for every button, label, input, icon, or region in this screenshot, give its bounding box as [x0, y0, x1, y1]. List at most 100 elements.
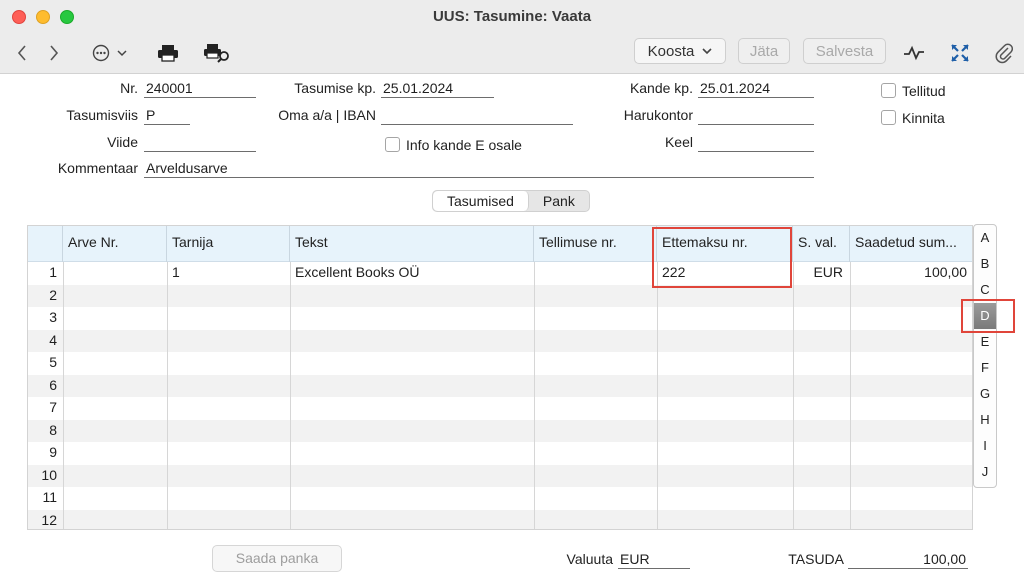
- tellimuse-nr-cell[interactable]: [534, 510, 657, 530]
- tellimuse-nr-cell[interactable]: [534, 465, 657, 488]
- harukontor-field[interactable]: [698, 107, 814, 125]
- saadetud-summa-cell[interactable]: [850, 397, 972, 420]
- tekst-cell[interactable]: [290, 487, 534, 510]
- ettemaksu-nr-cell[interactable]: [657, 330, 793, 353]
- table-row[interactable]: 1 1 Excellent Books OÜ 222 EUR 100,00: [28, 262, 972, 285]
- tarnija-cell[interactable]: 1: [167, 262, 290, 285]
- ettemaksu-nr-cell[interactable]: [657, 442, 793, 465]
- letter-tab-h[interactable]: H: [974, 407, 996, 433]
- viide-field[interactable]: [144, 134, 256, 152]
- tellimuse-nr-cell[interactable]: [534, 307, 657, 330]
- column-header-tellimuse-nr[interactable]: Tellimuse nr.: [534, 226, 657, 262]
- tekst-cell[interactable]: [290, 285, 534, 308]
- tab-tasumised[interactable]: Tasumised: [433, 191, 529, 211]
- koosta-menu-button[interactable]: Koosta: [634, 38, 726, 64]
- kommentaar-field[interactable]: Arveldusarve: [144, 160, 814, 178]
- print-preview-icon[interactable]: [202, 40, 232, 66]
- letter-tab-g[interactable]: G: [974, 381, 996, 407]
- saadetud-summa-cell[interactable]: [850, 352, 972, 375]
- s-val-cell[interactable]: [793, 510, 850, 530]
- salvesta-button[interactable]: Salvesta: [803, 38, 886, 64]
- tarnija-cell[interactable]: [167, 307, 290, 330]
- kande-kp-field[interactable]: 25.01.2024: [698, 80, 814, 98]
- oma-iban-field[interactable]: [381, 107, 573, 125]
- s-val-cell[interactable]: [793, 307, 850, 330]
- print-icon[interactable]: [155, 40, 181, 66]
- tasumisviis-field[interactable]: P: [144, 107, 190, 125]
- valuuta-field[interactable]: EUR: [618, 551, 690, 569]
- keel-field[interactable]: [698, 134, 814, 152]
- tarnija-cell[interactable]: [167, 397, 290, 420]
- table-row[interactable]: 10: [28, 464, 972, 488]
- tekst-cell[interactable]: [290, 375, 534, 398]
- ettemaksu-nr-cell[interactable]: [657, 487, 793, 510]
- table-row[interactable]: 9: [28, 442, 972, 465]
- s-val-cell[interactable]: [793, 352, 850, 375]
- letter-tab-i[interactable]: I: [974, 433, 996, 459]
- arve-nr-cell[interactable]: [63, 330, 167, 353]
- letter-tab-f[interactable]: F: [974, 355, 996, 381]
- tekst-cell[interactable]: [290, 465, 534, 488]
- saadetud-summa-cell[interactable]: [850, 330, 972, 353]
- saadetud-summa-cell[interactable]: [850, 285, 972, 308]
- saadetud-summa-cell[interactable]: [850, 375, 972, 398]
- tasumise-kp-field[interactable]: 25.01.2024: [381, 80, 494, 98]
- attachment-icon[interactable]: [992, 40, 1016, 66]
- ettemaksu-nr-cell[interactable]: [657, 375, 793, 398]
- saadetud-summa-cell[interactable]: [850, 442, 972, 465]
- kinnita-checkbox[interactable]: [881, 110, 896, 125]
- arve-nr-cell[interactable]: [63, 465, 167, 488]
- activity-icon[interactable]: [902, 40, 926, 66]
- ettemaksu-nr-cell[interactable]: [657, 510, 793, 530]
- letter-tab-j[interactable]: J: [974, 459, 996, 485]
- tekst-cell[interactable]: [290, 397, 534, 420]
- column-header-s-val[interactable]: S. val.: [793, 226, 850, 262]
- saadetud-summa-cell[interactable]: [850, 420, 972, 443]
- tekst-cell[interactable]: [290, 307, 534, 330]
- ettemaksu-nr-cell[interactable]: [657, 307, 793, 330]
- back-icon[interactable]: [12, 40, 32, 66]
- s-val-cell[interactable]: EUR: [793, 262, 850, 285]
- table-row[interactable]: 6: [28, 374, 972, 398]
- tellimuse-nr-cell[interactable]: [534, 375, 657, 398]
- tellimuse-nr-cell[interactable]: [534, 420, 657, 443]
- arve-nr-cell[interactable]: [63, 397, 167, 420]
- nr-field[interactable]: 240001: [144, 80, 256, 98]
- ettemaksu-nr-cell[interactable]: [657, 352, 793, 375]
- s-val-cell[interactable]: [793, 285, 850, 308]
- letter-tab-a[interactable]: A: [974, 225, 996, 251]
- arve-nr-cell[interactable]: [63, 442, 167, 465]
- s-val-cell[interactable]: [793, 375, 850, 398]
- tellimuse-nr-cell[interactable]: [534, 442, 657, 465]
- s-val-cell[interactable]: [793, 330, 850, 353]
- tarnija-cell[interactable]: [167, 285, 290, 308]
- tarnija-cell[interactable]: [167, 420, 290, 443]
- saadetud-summa-cell[interactable]: [850, 510, 972, 530]
- expand-icon[interactable]: [948, 40, 972, 66]
- tarnija-cell[interactable]: [167, 375, 290, 398]
- tekst-cell[interactable]: [290, 352, 534, 375]
- column-header-tarnija[interactable]: Tarnija: [167, 226, 290, 262]
- arve-nr-cell[interactable]: [63, 352, 167, 375]
- s-val-cell[interactable]: [793, 465, 850, 488]
- tekst-cell[interactable]: [290, 510, 534, 530]
- table-row[interactable]: 5: [28, 352, 972, 375]
- tellimuse-nr-cell[interactable]: [534, 397, 657, 420]
- s-val-cell[interactable]: [793, 487, 850, 510]
- s-val-cell[interactable]: [793, 397, 850, 420]
- table-row[interactable]: 12: [28, 509, 972, 530]
- arve-nr-cell[interactable]: [63, 510, 167, 530]
- tarnija-cell[interactable]: [167, 442, 290, 465]
- tab-pank[interactable]: Pank: [529, 191, 589, 211]
- tarnija-cell[interactable]: [167, 330, 290, 353]
- tellitud-checkbox[interactable]: [881, 83, 896, 98]
- tellimuse-nr-cell[interactable]: [534, 330, 657, 353]
- arve-nr-cell[interactable]: [63, 285, 167, 308]
- column-header-tekst[interactable]: Tekst: [290, 226, 534, 262]
- arve-nr-cell[interactable]: [63, 262, 167, 285]
- column-header-arve-nr[interactable]: Arve Nr.: [63, 226, 167, 262]
- saada-panka-button[interactable]: Saada panka: [212, 545, 342, 572]
- forward-icon[interactable]: [44, 40, 64, 66]
- saadetud-summa-cell[interactable]: [850, 465, 972, 488]
- tellimuse-nr-cell[interactable]: [534, 285, 657, 308]
